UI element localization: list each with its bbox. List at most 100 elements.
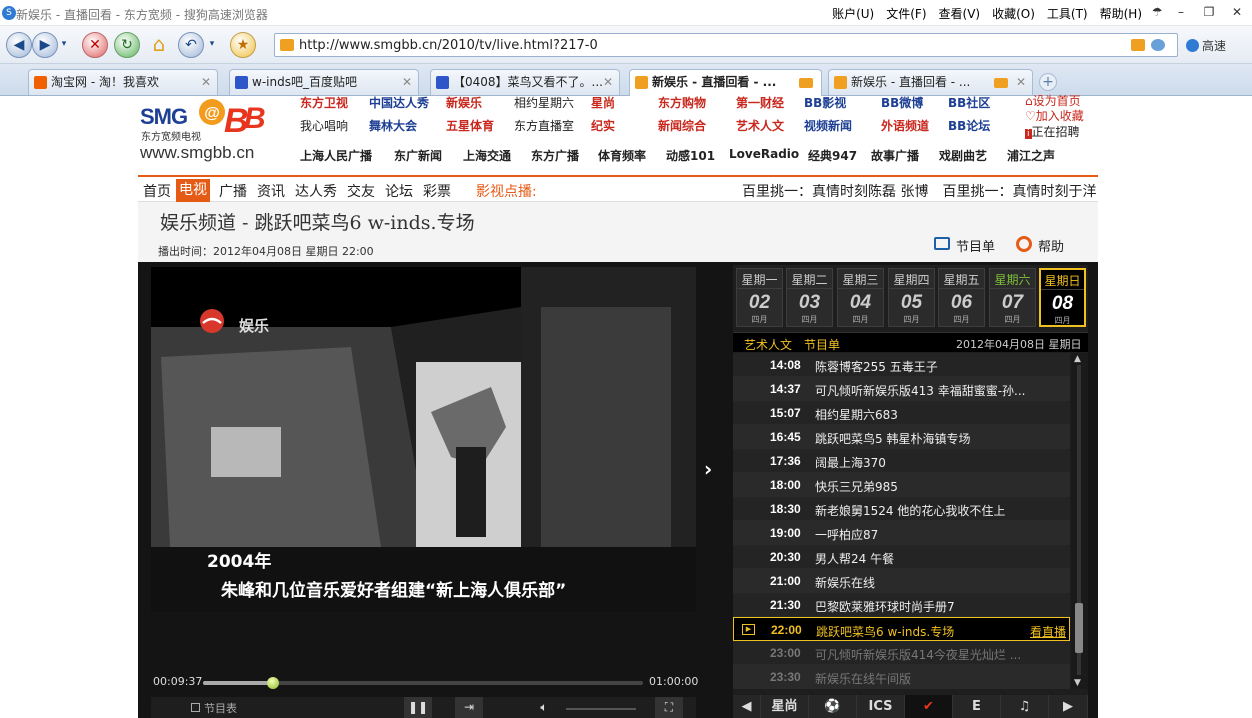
tab-tieba[interactable]: w-inds吧_百度贴吧 ✕ [229, 69, 419, 95]
channel-link[interactable]: 外语频道 [881, 117, 929, 134]
day-tab-tue[interactable]: 星期二 03 四月 [786, 268, 833, 327]
channel-link[interactable]: 星尚 [591, 94, 615, 111]
volume-slider[interactable] [566, 708, 636, 710]
day-tab-sat[interactable]: 星期六 07 四月 [989, 268, 1036, 327]
radio-link[interactable]: 上海交通 [463, 147, 511, 164]
channel-link[interactable]: 舞林大会 [369, 117, 417, 134]
program-list-button[interactable]: 节目表 [191, 700, 237, 716]
category-next-icon[interactable]: ▶ [1049, 695, 1088, 718]
category-prev-icon[interactable]: ◀ [733, 695, 761, 718]
video-frame[interactable]: 娱乐 2004年 朱峰和几位音乐爱好者组建“新上海人俱乐部” [151, 267, 696, 612]
channel-link[interactable]: 纪实 [591, 117, 615, 134]
tab-smgbb[interactable]: 新娱乐 - 直播回看 - ... ✕ [828, 69, 1033, 95]
menu-help[interactable]: 帮助(H) [1100, 5, 1142, 22]
channel-link[interactable]: 中国达人秀 [369, 94, 429, 111]
radio-link[interactable]: LoveRadio [729, 147, 799, 161]
program-row[interactable]: 17:36 阔最上海370 [733, 449, 1070, 473]
program-row[interactable]: 21:30 巴黎欧莱雅环球时尚手册7 [733, 593, 1070, 617]
program-row[interactable]: 16:45 跳跃吧菜鸟5 韩星朴海镇专场 [733, 425, 1070, 449]
day-tab-sun-active[interactable]: 星期日 08 四月 [1039, 268, 1086, 327]
menu-view[interactable]: 查看(V) [939, 5, 981, 22]
radio-link[interactable]: 戏剧曲艺 [939, 147, 987, 164]
tab-tieba-post[interactable]: 【0408】菜鸟又看不了。... ✕ [430, 69, 620, 95]
channel-link[interactable]: 东方直播室 [514, 117, 574, 134]
channel-link[interactable]: 东方购物 [658, 94, 706, 111]
channel-link[interactable]: 五星体育 [446, 117, 494, 134]
progress-knob[interactable] [267, 677, 280, 689]
close-tab-icon[interactable]: ✕ [402, 70, 412, 94]
scroll-down-icon[interactable]: ▼ [1074, 678, 1081, 688]
program-row[interactable]: 18:00 快乐三兄弟985 [733, 473, 1070, 497]
nav-lottery[interactable]: 彩票 [423, 181, 451, 201]
channel-link[interactable]: BB影视 [804, 94, 846, 111]
maximize-button[interactable]: ❐ [1198, 2, 1220, 22]
url-text[interactable]: http://www.smgbb.cn/2010/tv/live.html?21… [299, 38, 598, 53]
day-tab-mon[interactable]: 星期一 02 四月 [736, 268, 783, 327]
schedule-scrollbar[interactable]: ▲ ▼ [1071, 353, 1088, 689]
close-tab-icon[interactable]: ✕ [603, 70, 613, 94]
nav-radio[interactable]: 广播 [219, 181, 247, 201]
channel-link[interactable]: 视频新闻 [804, 117, 852, 134]
tab-smgbb-active[interactable]: 新娱乐 - 直播回看 - ... [629, 69, 822, 96]
tab-taobao[interactable]: 淘宝网 - 淘！我喜欢 ✕ [28, 69, 218, 95]
channel-link[interactable]: 新娱乐 [446, 94, 482, 111]
radio-link[interactable]: 东广新闻 [394, 147, 442, 164]
program-row[interactable]: 15:07 相约星期六683 [733, 401, 1070, 425]
schedule-channel[interactable]: 艺术人文 [744, 336, 792, 353]
security-icon[interactable] [1151, 39, 1165, 51]
program-row[interactable]: 19:00 一呼柏应87 [733, 521, 1070, 545]
video-detect-icon[interactable] [1131, 39, 1145, 51]
nav-home[interactable]: 首页 [143, 181, 171, 201]
day-tab-thu[interactable]: 星期四 05 四月 [888, 268, 935, 327]
nav-talent-show[interactable]: 达人秀 [295, 181, 337, 201]
stop-button[interactable]: ✕ [82, 32, 108, 58]
channel-link[interactable]: 我心唱响 [300, 117, 348, 134]
menu-tools[interactable]: 工具(T) [1047, 5, 1088, 22]
menu-file[interactable]: 文件(F) [886, 5, 926, 22]
program-row[interactable]: 20:30 男人帮24 午餐 [733, 545, 1070, 569]
menu-account[interactable]: 账户(U) [832, 5, 874, 22]
program-row[interactable]: 18:30 新老娘舅1524 他的花心我收不住上 [733, 497, 1070, 521]
category-check-icon[interactable]: ✔ [905, 695, 953, 718]
news-marquee[interactable]: 百里挑一：真情时刻陈磊 张博 百里挑一：真情时刻于洋 [742, 181, 1098, 201]
category-e[interactable]: E [953, 695, 1001, 718]
help-button[interactable]: 帮助 [1016, 236, 1064, 255]
smg-logo[interactable]: SMG [140, 104, 188, 130]
channel-link[interactable]: 相约星期六 [514, 94, 574, 111]
close-tab-icon[interactable]: ✕ [1016, 70, 1026, 94]
category-music-icon[interactable]: ♫ [1001, 695, 1049, 718]
hiring-link[interactable]: i 正在招聘 [1025, 123, 1080, 140]
channel-link[interactable]: 第一财经 [736, 94, 784, 111]
speed-mode[interactable]: 高速 [1186, 37, 1226, 54]
refresh-button[interactable]: ↻ [114, 32, 140, 58]
channel-link[interactable]: 艺术人文 [736, 117, 784, 134]
new-tab-button[interactable]: + [1039, 73, 1057, 91]
channel-link[interactable]: BB微博 [881, 94, 923, 111]
nav-tv-active[interactable]: 电视 [176, 179, 210, 202]
volume-icon[interactable]: 🔈︎ [533, 697, 555, 718]
day-tab-fri[interactable]: 星期五 06 四月 [938, 268, 985, 327]
radio-link[interactable]: 浦江之声 [1007, 147, 1055, 164]
history-dropdown-icon[interactable]: ▾ [56, 32, 72, 58]
radio-link[interactable]: 体育频率 [598, 147, 646, 164]
collapse-schedule-icon[interactable]: › [704, 457, 712, 481]
skin-icon[interactable]: ☂ [1146, 2, 1168, 22]
address-bar[interactable]: http://www.smgbb.cn/2010/tv/live.html?21… [274, 33, 1178, 57]
scroll-up-icon[interactable]: ▲ [1074, 354, 1081, 364]
favorites-star-icon[interactable]: ★ [230, 32, 256, 58]
home-icon[interactable]: ⌂ [146, 32, 172, 58]
program-row[interactable]: 21:00 新娱乐在线 [733, 569, 1070, 593]
fullscreen-icon[interactable]: ⛶ [655, 697, 683, 718]
add-favorite-link[interactable]: ♡加入收藏 [1025, 107, 1084, 124]
category-ics[interactable]: ICS [857, 695, 905, 718]
bb-logo[interactable]: @ B B [196, 96, 272, 136]
program-row-current[interactable]: ▶ 22:00 跳跃吧菜鸟6 w-inds.专场 看直播 [733, 617, 1070, 641]
radio-link[interactable]: 经典947 [808, 147, 857, 164]
program-row[interactable]: 14:08 陈蓉博客255 五毒王子 [733, 353, 1070, 377]
schedule-button[interactable]: 节目单 [934, 236, 995, 255]
program-row[interactable]: 14:37 可凡倾听新娱乐版413 幸福甜蜜蜜-孙... [733, 377, 1070, 401]
nav-social[interactable]: 交友 [347, 181, 375, 201]
watch-live-link[interactable]: 看直播 [1030, 623, 1066, 640]
radio-link[interactable]: 故事广播 [871, 147, 919, 164]
pause-button[interactable]: ❚❚ [404, 697, 432, 718]
